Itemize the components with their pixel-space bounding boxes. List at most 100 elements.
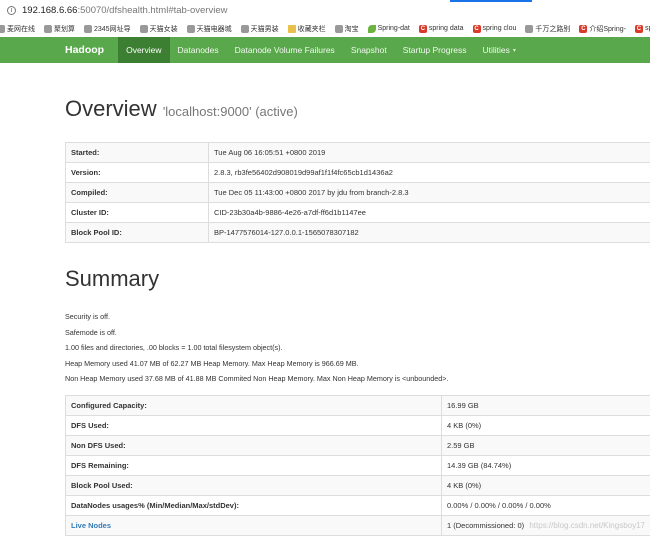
bookmark-item[interactable]: 千万之路别 [525,24,570,34]
overview-row: Started:Tue Aug 06 16:05:51 +0800 2019 [66,143,650,163]
summary-row: DFS Remaining:14.39 GB (84.74%) [66,456,650,476]
row-key: Started: [66,143,209,163]
nav-overview[interactable]: Overview [118,37,169,63]
browser-address-bar[interactable]: i 192.168.6.66:50070/dfshealth.html#tab-… [0,0,650,20]
row-value: 2.59 GB [442,436,650,456]
bookmark-item[interactable]: 淘宝 [335,24,359,34]
row-key: DFS Remaining: [66,456,442,476]
bookmark-label: 天猫电器城 [197,24,232,34]
summary-row: DFS Used:4 KB (0%) [66,416,650,436]
bookmark-label: spring data [429,25,464,32]
bookmark-item[interactable]: Cspring data [419,25,464,33]
bookmark-label: Spring-dat [378,25,410,32]
overview-row: Cluster ID:CID-23b30a4b-9886-4e26-a7df-f… [66,203,650,223]
url-host: 192.168.6.66 [22,5,77,16]
row-value: Tue Aug 06 16:05:51 +0800 2019 [209,143,650,163]
bookmark-label: 2345网址导 [94,24,131,34]
nav-datanode-volume-failures[interactable]: Datanode Volume Failures [227,37,343,63]
summary-row: DataNodes usages% (Min/Median/Max/stdDev… [66,496,650,516]
row-key: DataNodes usages% (Min/Median/Max/stdDev… [66,496,442,516]
overview-title: Overview [65,96,157,121]
overview-row: Version:2.8.3, rb3fe56402d908019d99af1f1… [66,163,650,183]
row-value: 4 KB (0%) [442,416,650,436]
row-value: CID-23b30a4b-9886-4e26-a7df-ff6d1b1147ee [209,203,650,223]
summary-row: Non DFS Used:2.59 GB [66,436,650,456]
bookmark-label: 千万之路别 [535,24,570,34]
row-key: Cluster ID: [66,203,209,223]
bookmark-label: 麦网在线 [7,24,35,34]
nav-datanodes[interactable]: Datanodes [170,37,227,63]
bookmark-item[interactable]: 2345网址导 [84,24,131,34]
bookmarks-bar: 麦网在线 聚划算 2345网址导天猫女装 天猫电器城天猫男装 收藏夹栏淘宝 Spring-… [0,20,650,38]
row-value: 16.99 GB [442,396,650,416]
row-value: 14.39 GB (84.74%) [442,456,650,476]
hadoop-navbar: Hadoop Overview Datanodes Datanode Volum… [0,37,650,63]
overview-table: Started:Tue Aug 06 16:05:51 +0800 2019Ve… [65,142,650,243]
bookmark-icon [241,25,249,33]
row-value: 2.8.3, rb3fe56402d908019d99af1f1f4fc65cb… [209,163,650,183]
summary-line: Non Heap Memory used 37.68 MB of 41.88 M… [65,374,448,390]
csdn-icon: C [579,25,587,33]
overview-row: Compiled:Tue Dec 05 11:43:00 +0800 2017 … [66,183,650,203]
bookmark-item[interactable]: 天猫男装 [241,24,279,34]
bookmark-item[interactable]: 麦网在线 [0,24,35,34]
overview-subtitle: 'localhost:9000' (active) [163,104,298,119]
bookmark-item[interactable]: Cspringboot [635,25,650,33]
row-value: 4 KB (0%) [442,476,650,496]
summary-table: Configured Capacity:16.99 GBDFS Used:4 K… [65,395,650,536]
csdn-icon: C [473,25,481,33]
bookmark-item[interactable]: 聚划算 [44,24,75,34]
bookmark-icon [84,25,92,33]
summary-status-lines: Security is off.Safemode is off.1.00 fil… [65,312,448,390]
row-key: DFS Used: [66,416,442,436]
bookmark-icon [0,25,5,33]
row-key: Non DFS Used: [66,436,442,456]
row-key: Live Nodes [66,516,442,536]
url-path: :50070/dfshealth.html#tab-overview [77,5,227,16]
bookmark-label: 收藏夹栏 [298,24,326,34]
nav-utilities[interactable]: Utilities▾ [475,37,524,63]
bookmark-item[interactable]: 天猫女装 [140,24,178,34]
url-text[interactable]: 192.168.6.66:50070/dfshealth.html#tab-ov… [22,5,227,16]
bookmark-icon [140,25,148,33]
overview-row: Block Pool ID:BP-1477576014-127.0.0.1-15… [66,223,650,243]
spring-icon [368,25,376,33]
bookmark-label: 聚划算 [54,24,75,34]
row-key: Block Pool ID: [66,223,209,243]
brand-logo[interactable]: Hadoop [0,37,118,63]
bookmark-item[interactable]: 天猫电器城 [187,24,232,34]
bookmark-item[interactable]: Spring-dat [368,25,410,33]
nav-snapshot[interactable]: Snapshot [343,37,395,63]
row-value: 0.00% / 0.00% / 0.00% / 0.00% [442,496,650,516]
row-key: Configured Capacity: [66,396,442,416]
summary-row: Configured Capacity:16.99 GB [66,396,650,416]
bookmark-icon [335,25,343,33]
summary-line: Heap Memory used 41.07 MB of 62.27 MB He… [65,359,448,375]
summary-line: Security is off. [65,312,448,328]
overview-heading: Overview 'localhost:9000' (active) [65,96,298,122]
live-nodes-link[interactable]: Live Nodes [71,521,111,530]
row-key: Version: [66,163,209,183]
bookmark-icon [44,25,52,33]
bookmark-item[interactable]: 收藏夹栏 [288,24,326,34]
summary-heading: Summary [65,266,159,292]
bookmark-icon [525,25,533,33]
bookmark-label: 介绍Spring- [589,24,626,34]
csdn-icon: C [419,25,427,33]
nav-utilities-label: Utilities [483,45,510,55]
row-key: Block Pool Used: [66,476,442,496]
row-key: Compiled: [66,183,209,203]
nav-startup-progress[interactable]: Startup Progress [395,37,475,63]
summary-line: Safemode is off. [65,328,448,344]
csdn-icon: C [635,25,643,33]
summary-line: 1.00 files and directories, .00 blocks =… [65,343,448,359]
bookmark-label: spring clou [483,25,517,32]
folder-icon [288,25,296,33]
caret-down-icon: ▾ [513,47,516,54]
row-value: BP-1477576014-127.0.0.1-1565078307182 [209,223,650,243]
bookmark-item[interactable]: Cspring clou [473,25,517,33]
site-info-icon[interactable]: i [7,6,16,15]
bookmark-item[interactable]: C介绍Spring- [579,24,626,34]
loading-indicator [450,0,532,2]
bookmark-label: springboot [645,25,650,32]
